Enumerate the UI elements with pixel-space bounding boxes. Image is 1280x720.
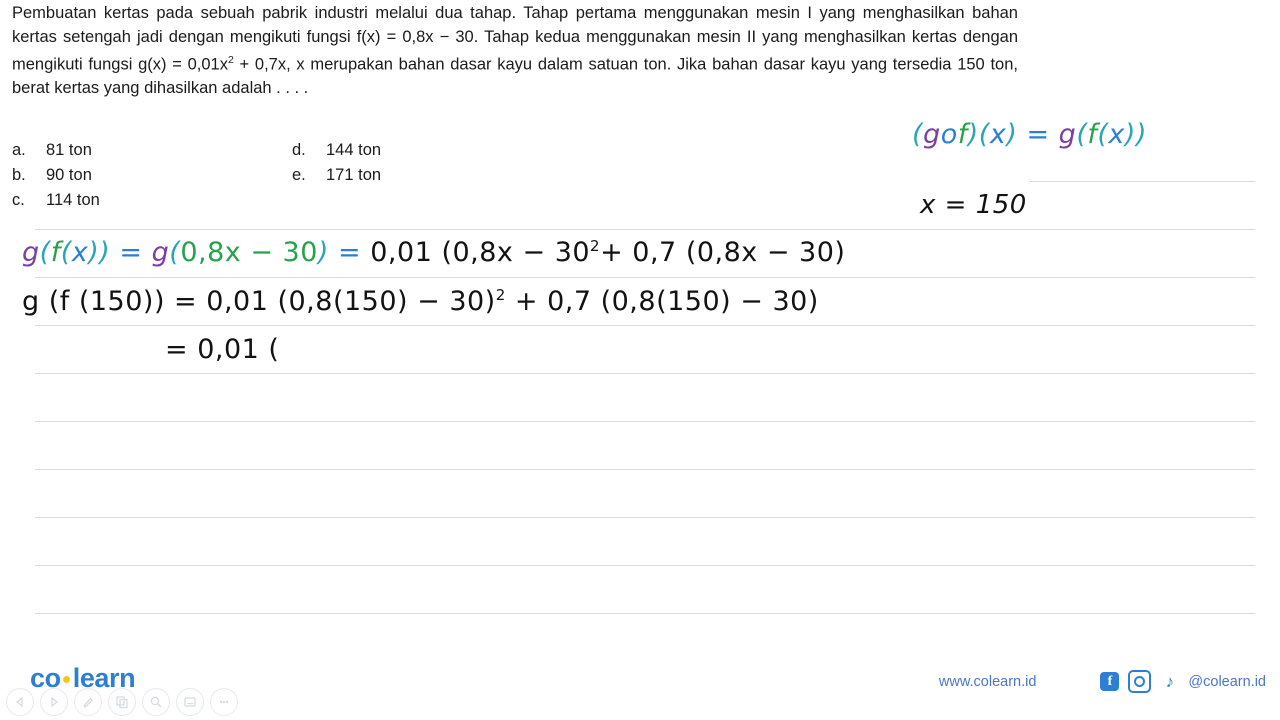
option-b[interactable]: b. 90 ton <box>12 166 100 191</box>
hw-substituted-a: g (f (150)) = 0,01 (0,8(150) − 30) <box>22 286 496 317</box>
rule-line <box>35 421 1255 422</box>
hw-exponent: 2 <box>495 286 506 304</box>
pen-icon[interactable] <box>74 688 102 716</box>
handwriting-step-3: = 0,01 ( <box>165 334 279 365</box>
option-d[interactable]: d. 144 ton <box>292 141 381 166</box>
hw-step3-text: = 0,01 ( <box>165 334 280 365</box>
option-e[interactable]: e. 171 ton <box>292 166 381 191</box>
book-icon[interactable] <box>176 688 204 716</box>
hw-equals: = <box>119 237 143 268</box>
more-icon[interactable] <box>210 688 238 716</box>
hw-paren: ) <box>1124 119 1136 150</box>
option-e-value: 171 ton <box>326 166 382 184</box>
social-handle: @colearn.id <box>1188 673 1266 690</box>
instagram-icon[interactable] <box>1128 670 1152 693</box>
hw-paren: ( <box>912 119 924 150</box>
hw-x: x <box>1108 119 1125 150</box>
handwriting-step-1: g(f(x)) = g(0,8x − 30) = 0,01 (0,8x − 30… <box>22 237 845 268</box>
hw-circle-op: o <box>940 119 958 150</box>
search-icon[interactable] <box>142 688 170 716</box>
hw-equals: = <box>1026 119 1050 150</box>
play-icon[interactable] <box>40 688 68 716</box>
hw-paren: ( <box>39 237 51 268</box>
hw-paren: ) <box>967 119 979 150</box>
rule-line <box>35 325 1255 326</box>
rule-line <box>35 517 1255 518</box>
prev-icon[interactable] <box>6 688 34 716</box>
hw-paren: ) <box>88 237 100 268</box>
option-c-key: c. <box>12 191 25 209</box>
hw-equals: = <box>338 237 362 268</box>
hw-paren: ) <box>1135 119 1147 150</box>
website-url[interactable]: www.colearn.id <box>939 674 1037 690</box>
handwriting-composition-definition: (gof)(x) = g(f(x)) <box>912 119 1147 150</box>
hw-expanded-a: 0,01 (0,8x − 30 <box>370 237 591 268</box>
hw-paren: ) <box>1006 119 1018 150</box>
option-c[interactable]: c. 114 ton <box>12 191 100 216</box>
hw-g: g <box>923 119 941 150</box>
rule-line <box>35 229 1255 230</box>
rule-line <box>1030 181 1255 182</box>
hw-x: x <box>71 237 89 268</box>
options-column-right: d. 144 ton e. 171 ton <box>292 141 381 191</box>
rule-line <box>35 373 1255 374</box>
handwriting-given-value: x = 150 <box>920 190 1027 220</box>
hw-paren: ( <box>978 119 990 150</box>
rule-line <box>35 565 1255 566</box>
hw-x: x <box>989 119 1007 150</box>
question-text: Pembuatan kertas pada sebuah pabrik indu… <box>12 2 1018 101</box>
rule-line <box>35 277 1255 278</box>
hw-paren: ) <box>317 237 329 268</box>
logo-dot-icon <box>62 676 70 683</box>
hw-paren: ( <box>1097 119 1109 150</box>
tiktok-icon[interactable]: ♪ <box>1160 672 1179 691</box>
facebook-icon[interactable]: f <box>1100 672 1120 691</box>
hw-inner-expression: 0,8x − 30 <box>180 237 318 268</box>
hw-paren: ) <box>99 237 111 268</box>
option-a-value: 81 ton <box>46 141 92 159</box>
hw-g: g <box>22 237 40 268</box>
option-b-value: 90 ton <box>46 166 92 184</box>
option-c-value: 114 ton <box>46 191 100 209</box>
question-paragraph: Pembuatan kertas pada sebuah pabrik indu… <box>12 2 1018 101</box>
hw-paren: ( <box>60 237 72 268</box>
option-d-key: d. <box>292 141 306 159</box>
hw-substituted-b: + 0,7 (0,8(150) − 30) <box>505 286 819 317</box>
hw-paren: ( <box>169 237 181 268</box>
option-a[interactable]: a. 81 ton <box>12 141 100 166</box>
hw-g: g <box>1058 119 1077 150</box>
options-column-left: a. 81 ton b. 90 ton c. 114 ton <box>12 141 100 216</box>
hw-paren: ( <box>1076 119 1088 150</box>
footer-links: www.colearn.id f ♪ @colearn.id <box>939 670 1266 693</box>
bottom-toolbar <box>6 688 238 716</box>
handwriting-step-2: g (f (150)) = 0,01 (0,8(150) − 30)2 + 0,… <box>22 286 819 317</box>
hw-f: f <box>1087 119 1098 150</box>
hw-f: f <box>957 119 968 150</box>
hw-f: f <box>50 237 61 268</box>
rule-line <box>35 469 1255 470</box>
hw-g: g <box>151 237 170 268</box>
hw-exponent: 2 <box>590 237 601 255</box>
copy-icon[interactable] <box>108 688 136 716</box>
option-d-value: 144 ton <box>326 141 382 159</box>
hw-expanded-b: + 0,7 (0,8x − 30) <box>600 237 846 268</box>
option-b-key: b. <box>12 166 26 184</box>
option-e-key: e. <box>292 166 306 184</box>
option-a-key: a. <box>12 141 26 159</box>
rule-line <box>35 613 1255 614</box>
